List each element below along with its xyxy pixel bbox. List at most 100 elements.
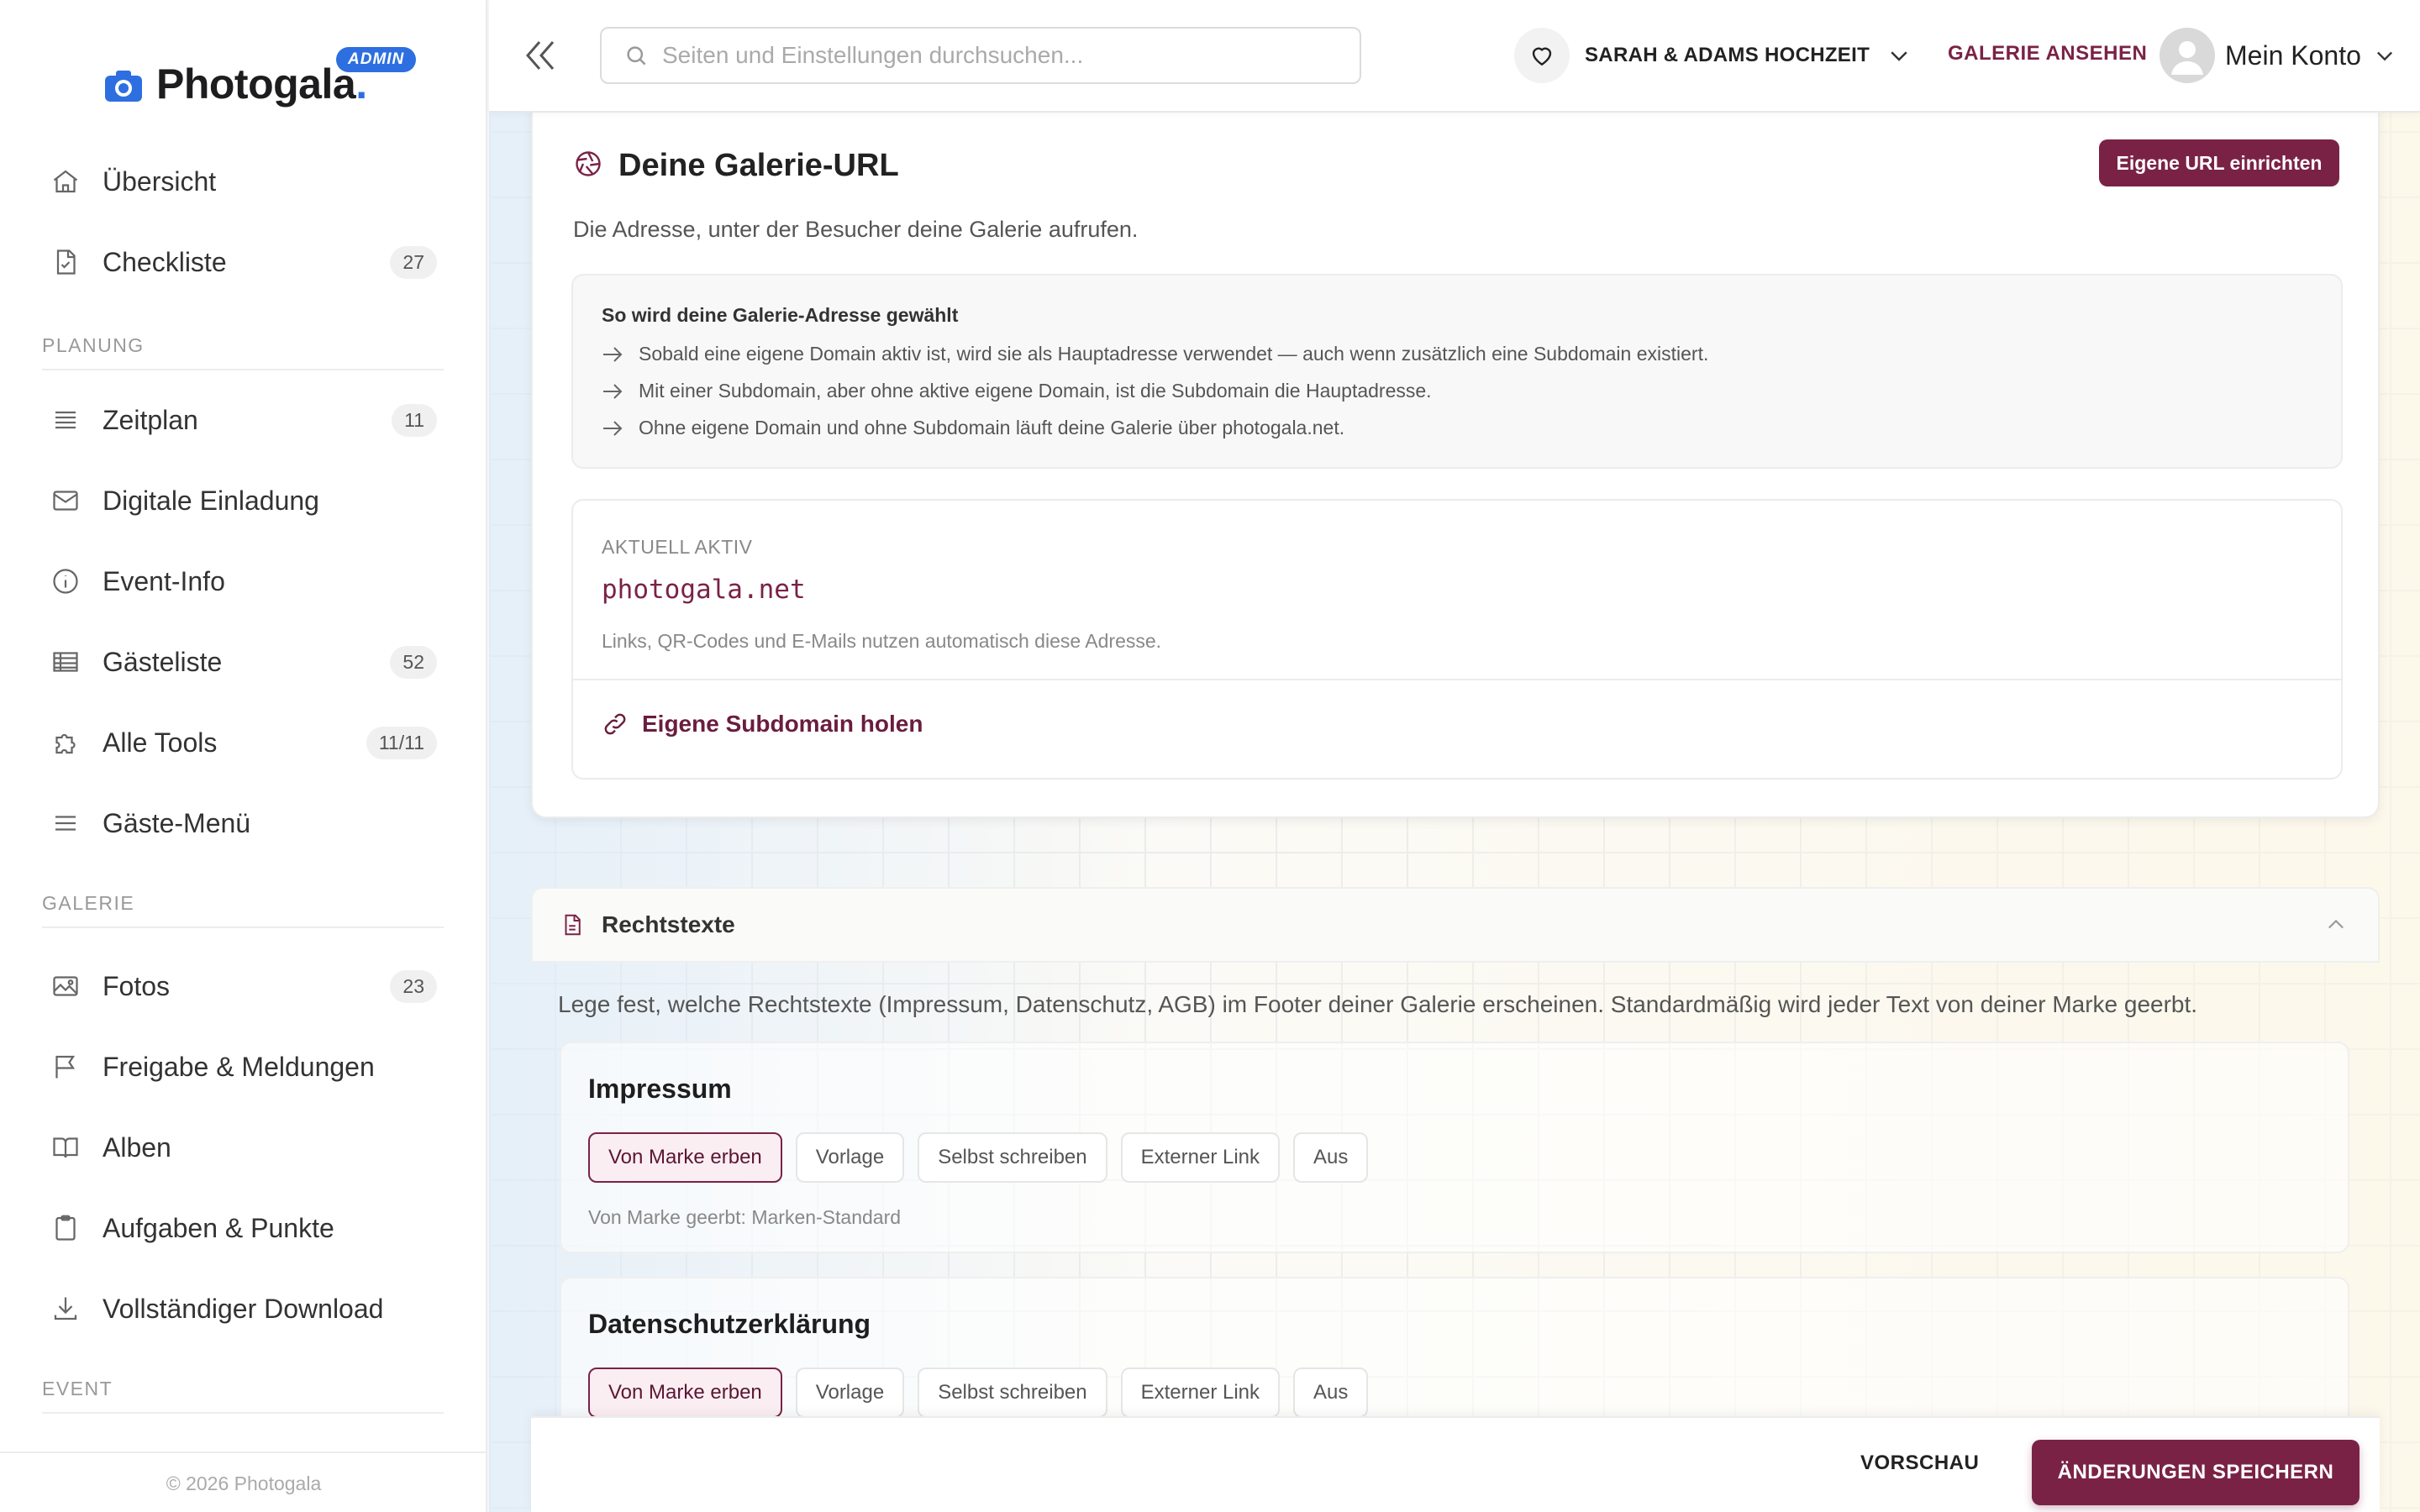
chip-inherit[interactable]: Von Marke erben [588,1368,782,1418]
sidebar-item-label: Gästeliste [103,646,223,677]
sidebar-item-zeitplan[interactable]: Zeitplan 11 [40,393,447,447]
count-badge: 52 [390,645,437,679]
sidebar-item-label: Aufgaben & Punkte [103,1212,334,1243]
sidebar-item-label: Fotos [103,970,171,1001]
search-input[interactable] [662,42,1351,69]
info-row: Mit einer Subdomain, aber ohne aktive ei… [602,380,1432,402]
card-header: Deine Galerie-URL [573,148,899,184]
preview-button[interactable]: VORSCHAU [1860,1452,1979,1475]
search-icon [623,43,649,68]
gallery-url-card: Deine Galerie-URL Eigene URL einrichten … [531,92,2380,818]
active-address-box: AKTUELL AKTIV photogala.net Links, QR-Co… [571,499,2343,780]
admin-badge: ADMIN [336,47,417,72]
sidebar-item-label: Event-Info [103,565,225,596]
sidebar-item-label: Zeitplan [103,404,198,435]
legal-block-title: Impressum [588,1074,732,1104]
brand-logo[interactable]: Photogala. [104,50,367,118]
account-label: Mein Konto [2225,39,2361,71]
sidebar-item-gaeste-menue[interactable]: Gäste-Menü [40,796,447,850]
sidebar-item-download[interactable]: Vollständiger Download [40,1282,447,1336]
info-row: Ohne eigene Domain und ohne Subdomain lä… [602,417,1344,439]
image-icon [49,969,82,1003]
timeline-icon [49,403,82,437]
legal-description: Lege fest, welche Rechtstexte (Impressum… [558,991,2198,1017]
sidebar-item-label: Digitale Einladung [103,485,319,516]
chip-external-link[interactable]: Externer Link [1120,1368,1281,1418]
sidebar-item-alben[interactable]: Alben [40,1121,447,1174]
sidebar-item-label: Checkliste [103,246,227,277]
count-badge: 23 [390,969,437,1003]
clipboard-icon [49,1211,82,1245]
search-field[interactable] [600,27,1361,84]
sidebar-item-label: Gäste-Menü [103,807,251,838]
card-title: Deine Galerie-URL [618,148,899,183]
card-subtitle: Die Adresse, unter der Besucher deine Ga… [573,217,1139,242]
view-gallery-link[interactable]: GALERIE ANSEHEN [1948,42,2147,66]
legal-title: Rechtstexte [602,911,735,937]
arrow-right-icon [602,418,623,438]
section-planung: PLANUNG [42,334,444,370]
chip-template[interactable]: Vorlage [795,1368,905,1418]
sidebar-item-label: Alben [103,1131,171,1163]
arrow-right-icon [602,381,623,402]
camera-icon [104,69,143,102]
sidebar-item-label: Vollständiger Download [103,1293,384,1324]
option-chips: Von Marke erben Vorlage Selbst schreiben… [588,1132,1381,1183]
option-chips: Von Marke erben Vorlage Selbst schreiben… [588,1368,1381,1418]
legal-section-header[interactable]: Rechtstexte [531,887,2380,963]
sidebar-item-checkliste[interactable]: Checkliste 27 [40,235,447,289]
avatar [2160,28,2215,83]
sidebar-item-label: Freigabe & Meldungen [103,1051,375,1082]
info-icon [49,564,82,598]
chip-external-link[interactable]: Externer Link [1120,1132,1281,1183]
address-rules-box: So wird deine Galerie-Adresse gewählt So… [571,274,2343,469]
sidebar-item-fotos[interactable]: Fotos 23 [40,959,447,1013]
topbar: SARAH & ADAMS HOCHZEIT GALERIE ANSEHEN M… [489,0,2420,113]
chevron-down-icon [1886,43,1912,68]
sidebar-item-label: Alle Tools [103,727,218,758]
menu-icon [49,806,82,840]
book-icon [49,1131,82,1164]
chevron-up-icon[interactable] [2324,913,2348,937]
sidebar-item-aufgaben[interactable]: Aufgaben & Punkte [40,1201,447,1255]
sidebar-item-alle-tools[interactable]: Alle Tools 11/11 [40,716,447,769]
chip-off[interactable]: Aus [1293,1132,1369,1183]
event-switcher[interactable]: SARAH & ADAMS HOCHZEIT [1514,27,1912,84]
sidebar-item-digitale-einladung[interactable]: Digitale Einladung [40,474,447,528]
count-badge: 11/11 [366,726,437,759]
checklist-icon [49,245,82,279]
account-menu[interactable]: Mein Konto [2160,27,2396,84]
divider [573,679,2341,680]
link-icon [602,711,629,738]
legal-block-title: Datenschutzerklärung [588,1309,871,1339]
home-icon [49,165,82,198]
sidebar: Photogala. ADMIN Übersicht Checkliste 27… [0,0,487,1512]
count-badge: 27 [390,245,437,279]
chip-off[interactable]: Aus [1293,1368,1369,1418]
save-changes-button[interactable]: ÄNDERUNGEN SPEICHERN [2032,1440,2360,1505]
chip-template[interactable]: Vorlage [795,1132,905,1183]
legal-block-impressum: Impressum Von Marke erben Vorlage Selbst… [560,1042,2349,1253]
aperture-icon [573,149,603,183]
flag-icon [49,1050,82,1084]
custom-url-button[interactable]: Eigene URL einrichten [2099,139,2339,186]
chip-write[interactable]: Selbst schreiben [918,1368,1107,1418]
sidebar-item-gaesteliste[interactable]: Gästeliste 52 [40,635,447,689]
collapse-sidebar-icon[interactable] [521,37,563,74]
mail-icon [49,484,82,517]
action-bar: VORSCHAU ÄNDERUNGEN SPEICHERN [531,1416,2380,1512]
sidebar-item-uebersicht[interactable]: Übersicht [40,155,447,208]
sidebar-item-freigabe[interactable]: Freigabe & Meldungen [40,1040,447,1094]
arrow-right-icon [602,344,623,365]
info-row: Sobald eine eigene Domain aktiv ist, wir… [602,343,1708,365]
download-icon [49,1292,82,1326]
get-subdomain-link[interactable]: Eigene Subdomain holen [602,711,923,738]
copyright: © 2026 Photogala [0,1452,487,1512]
heart-icon [1514,28,1570,83]
chip-inherit[interactable]: Von Marke erben [588,1132,782,1183]
section-galerie: GALERIE [42,892,444,928]
sidebar-item-event-info[interactable]: Event-Info [40,554,447,608]
puzzle-icon [49,726,82,759]
brand-name: Photogala. [156,60,367,108]
chip-write[interactable]: Selbst schreiben [918,1132,1107,1183]
